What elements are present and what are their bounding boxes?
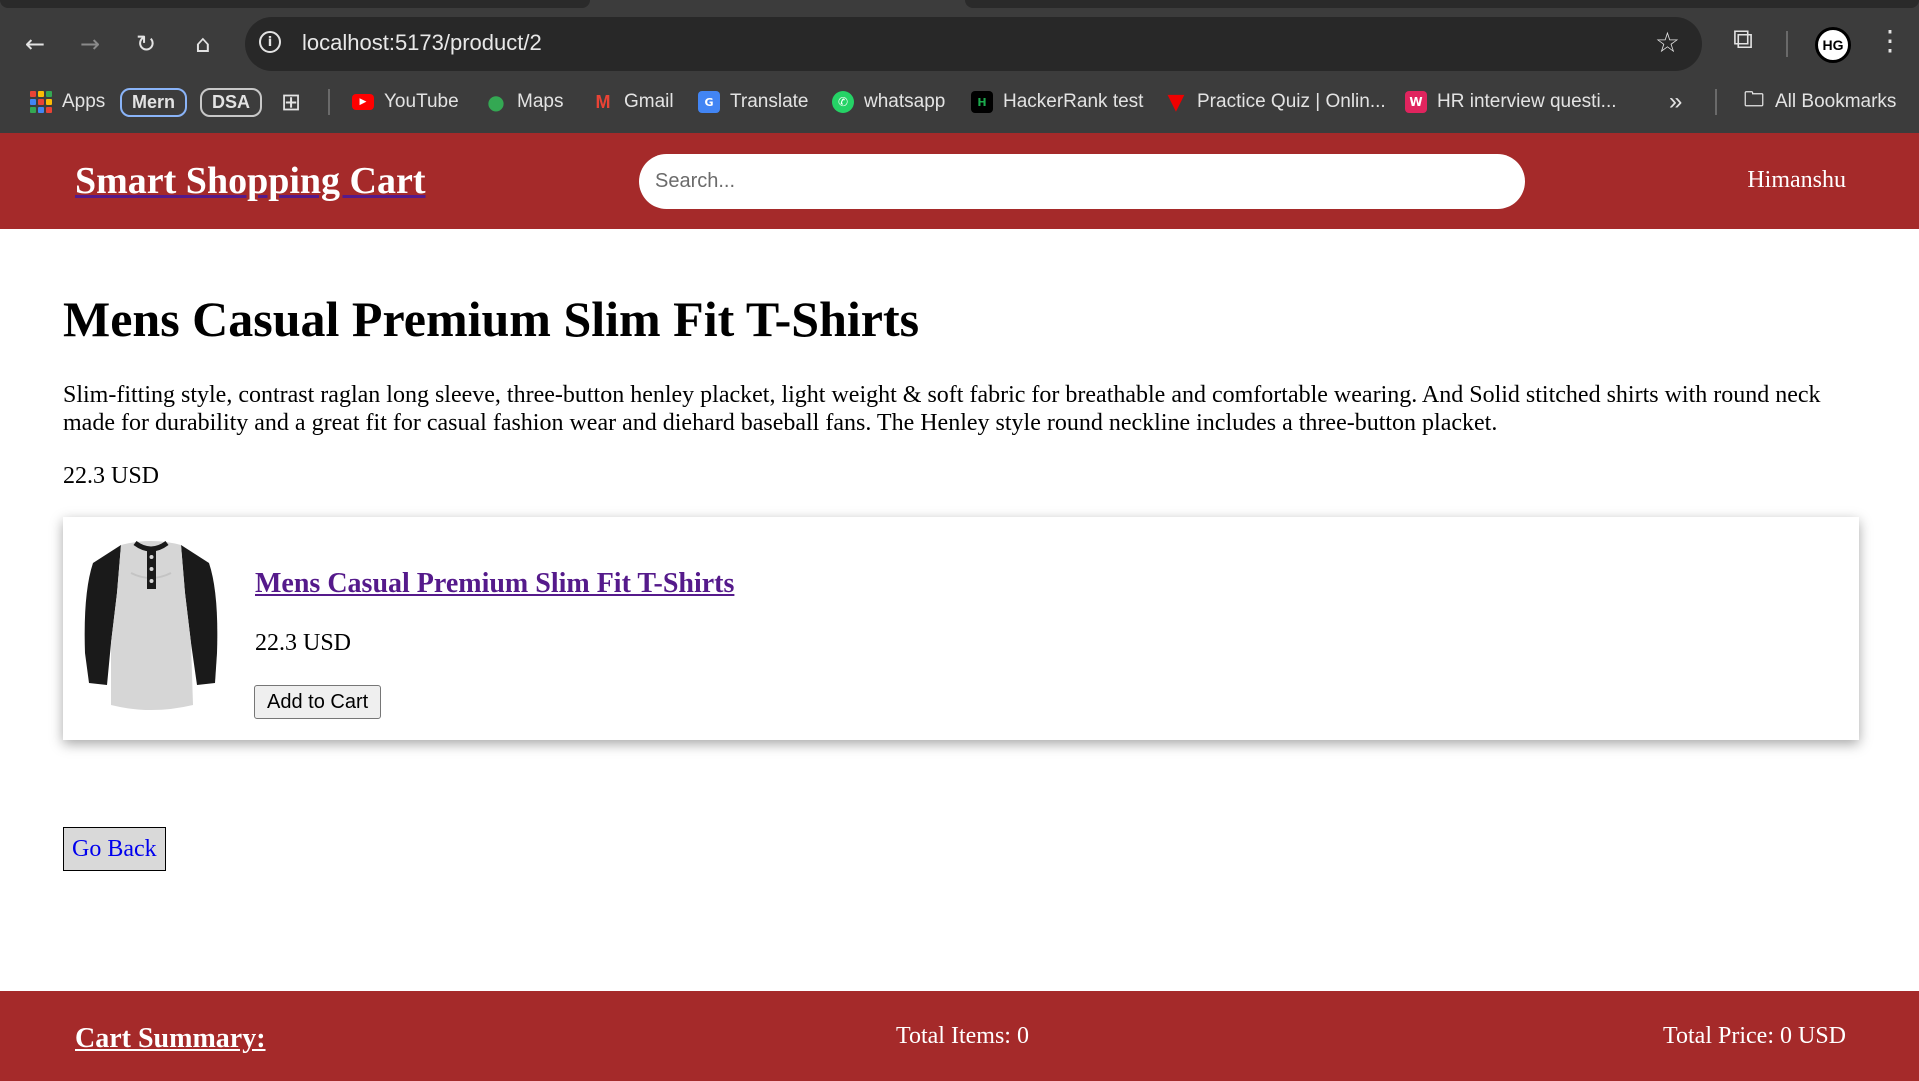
bookmark-hackerrank[interactable]: H HackerRank test [971, 82, 1143, 122]
address-bar[interactable]: i localhost:5173/product/2 ☆ [245, 17, 1702, 71]
bookmark-label: Mern [120, 87, 188, 117]
product-card-price: 22.3 USD [255, 630, 352, 656]
all-bookmarks-label: All Bookmarks [1775, 91, 1897, 112]
more-bookmarks-chevron-icon[interactable]: » [1669, 82, 1682, 122]
bookmark-label: DSA [200, 87, 263, 117]
toolbar-divider [1786, 31, 1788, 57]
bookmark-label: whatsapp [864, 91, 946, 112]
kebab-menu-icon[interactable]: ⋮ [1876, 24, 1904, 57]
total-items: Total Items: 0 [896, 1023, 1029, 1049]
bookmark-label: Apps [62, 91, 106, 112]
bookmark-apps[interactable]: Apps [30, 82, 105, 122]
product-image [84, 540, 218, 710]
browser-toolbar: ← → ↻ ⌂ i localhost:5173/product/2 ☆ ⧉ H… [0, 10, 1919, 78]
quiz-icon: ▼ [1167, 89, 1185, 115]
bookmark-practice-quiz[interactable]: ▼ Practice Quiz | Onlin... [1165, 82, 1386, 122]
bookmark-maps[interactable]: ● Maps [485, 82, 563, 122]
maps-icon: ● [487, 90, 505, 114]
tab-strip [0, 0, 590, 8]
apps-grid-icon [30, 91, 52, 113]
bookmarks-divider [1715, 89, 1717, 115]
bookmark-label: Practice Quiz | Onlin... [1197, 91, 1386, 112]
bookmark-dsa[interactable]: DSA [200, 82, 263, 122]
cart-summary-footer: Cart Summary: Total Items: 0 Total Price… [0, 991, 1919, 1081]
back-arrow-icon[interactable]: ← [15, 24, 55, 64]
bookmark-whatsapp[interactable]: ✆ whatsapp [832, 82, 945, 122]
product-card: Mens Casual Premium Slim Fit T-Shirts 22… [63, 517, 1859, 740]
site-title-link[interactable]: Smart Shopping Cart [75, 159, 426, 203]
total-price: Total Price: 0 USD [1663, 1023, 1846, 1049]
product-price: 22.3 USD [63, 463, 160, 489]
bookmark-label: Translate [730, 91, 809, 112]
folder-icon: 🗀 [1744, 87, 1764, 111]
bookmark-label: YouTube [384, 91, 459, 112]
bookmark-label: Maps [517, 91, 564, 112]
product-card-title-link[interactable]: Mens Casual Premium Slim Fit T-Shirts [255, 568, 734, 600]
bookmarks-divider [328, 89, 330, 115]
product-description: Slim-fitting style, contrast raglan long… [63, 382, 1821, 436]
bookmark-hr-interview[interactable]: W HR interview questi... [1405, 82, 1617, 122]
youtube-icon: ▶ [352, 94, 374, 110]
tab-groups-icon[interactable]: ⊞ [281, 82, 301, 122]
tab-strip [965, 0, 1919, 8]
bookmark-translate[interactable]: G Translate [698, 82, 809, 122]
page-title: Mens Casual Premium Slim Fit T-Shirts [63, 291, 920, 347]
w-icon: W [1405, 91, 1427, 113]
hackerrank-icon: H [971, 91, 993, 113]
forward-arrow-icon[interactable]: → [70, 24, 110, 64]
go-back-button[interactable]: Go Back [63, 827, 166, 871]
cart-summary-heading: Cart Summary: [75, 1023, 266, 1054]
translate-icon: G [698, 91, 720, 113]
add-to-cart-button[interactable]: Add to Cart [254, 685, 382, 719]
extensions-icon[interactable]: ⧉ [1733, 22, 1753, 56]
profile-avatar[interactable]: HG [1815, 27, 1851, 63]
bookmark-mern[interactable]: Mern [120, 82, 188, 122]
bookmark-star-icon[interactable]: ☆ [1655, 26, 1680, 59]
bookmark-youtube[interactable]: ▶ YouTube [352, 82, 459, 122]
home-icon[interactable]: ⌂ [183, 24, 223, 64]
site-header: Smart Shopping Cart Himanshu [0, 133, 1919, 229]
gmail-icon: M [595, 91, 611, 112]
site-info-icon[interactable]: i [259, 31, 281, 53]
search-input[interactable] [639, 154, 1525, 209]
reload-icon[interactable]: ↻ [126, 24, 166, 64]
address-url[interactable]: localhost:5173/product/2 [302, 30, 542, 56]
all-bookmarks[interactable]: 🗀 All Bookmarks [1743, 82, 1896, 122]
bookmark-gmail[interactable]: M Gmail [592, 82, 674, 122]
browser-chrome: ← → ↻ ⌂ i localhost:5173/product/2 ☆ ⧉ H… [0, 0, 1919, 133]
profile-initials: HG [1815, 27, 1851, 63]
username: Himanshu [1747, 167, 1846, 193]
bookmarks-bar: Apps Mern DSA ⊞ ▶ YouTube ● Maps M Gmail… [0, 82, 1919, 122]
bookmark-label: HR interview questi... [1437, 91, 1617, 112]
bookmark-label: Gmail [624, 91, 674, 112]
bookmark-label: HackerRank test [1003, 91, 1144, 112]
whatsapp-icon: ✆ [832, 91, 854, 113]
